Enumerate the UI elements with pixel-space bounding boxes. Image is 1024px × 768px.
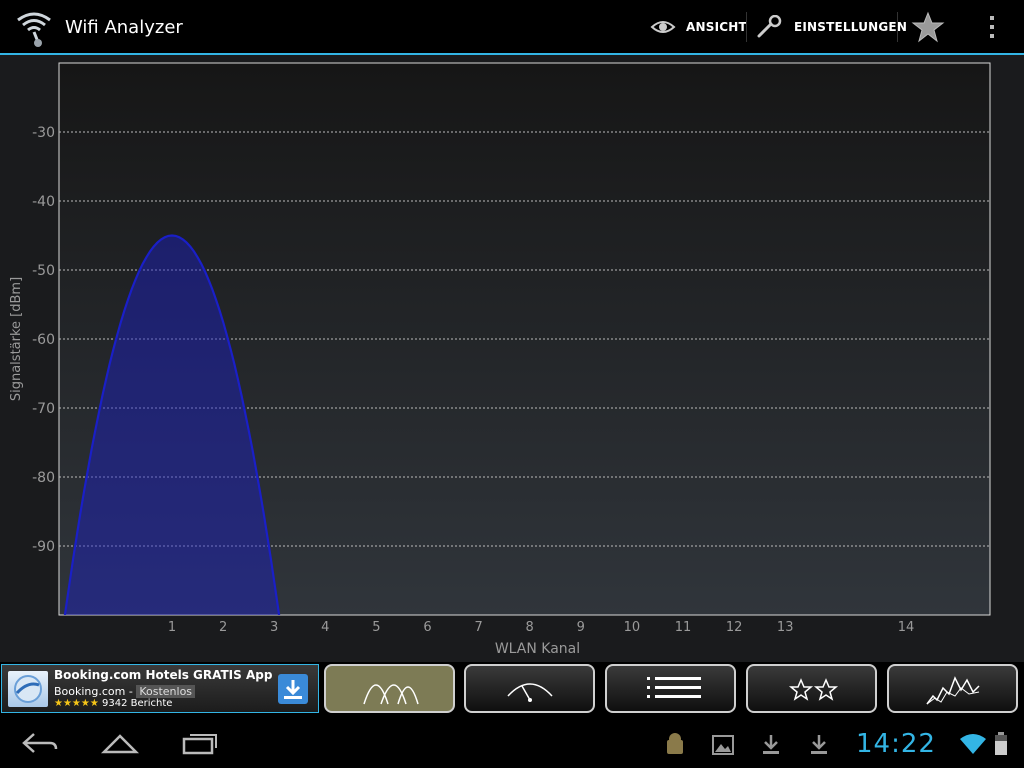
battery-icon (995, 732, 1007, 755)
ad-publisher: Booking.com - (54, 685, 133, 698)
x-tick-label: 4 (321, 620, 329, 635)
y-tick-label: -50 (32, 263, 55, 279)
y-tick-label: -40 (32, 194, 55, 210)
x-tick-label: 3 (270, 620, 278, 635)
favorite-button[interactable] (911, 0, 945, 53)
x-tick-label: 2 (219, 620, 227, 635)
tab-channel-rating[interactable] (746, 664, 877, 713)
ad-banner[interactable]: Booking.com Hotels GRATIS App Booking.co… (1, 664, 319, 713)
tab-ap-list[interactable] (605, 664, 736, 713)
rating-stars: ★★★★★ (54, 698, 99, 709)
wrench-icon (757, 14, 782, 37)
ap-list-icon (647, 677, 701, 698)
home-icon[interactable] (100, 730, 140, 756)
y-tick-label: -80 (32, 470, 55, 486)
x-axis-label: WLAN Kanal (495, 641, 580, 657)
ad-price-badge: Kostenlos (136, 685, 196, 698)
view-button[interactable]: ANSICHT (650, 0, 747, 53)
recent-apps-icon[interactable] (180, 730, 220, 756)
x-tick-label: 5 (372, 620, 380, 635)
y-axis-label: Signalstärke [dBm] (9, 277, 24, 401)
star-icon (911, 11, 945, 42)
ad-title: Booking.com Hotels GRATIS App (54, 668, 273, 682)
screenshot-notification-icon (712, 735, 734, 755)
ad-rating: ★★★★★ 9342 Berichte (54, 698, 172, 709)
channel-graph-icon (363, 684, 419, 705)
ad-publisher-line: Booking.com - Kostenlos (54, 685, 196, 698)
channel-rating-icon (788, 678, 839, 701)
x-tick-label: 13 (777, 620, 794, 635)
settings-label: EINSTELLUNGEN (794, 19, 908, 34)
android-debug-icon (667, 733, 683, 754)
status-clock: 14:22 (856, 729, 936, 759)
x-tick-label: 14 (898, 620, 915, 635)
eye-icon (650, 20, 676, 33)
x-tick-label: 12 (726, 620, 743, 635)
download-notification-icon (763, 735, 779, 754)
time-graph-icon (926, 676, 980, 705)
action-bar: Wifi Analyzer ANSICHT EINSTELLUNGEN (0, 0, 1024, 55)
wifi-signal-icon (960, 734, 986, 754)
y-tick-label: -60 (32, 332, 55, 348)
x-tick-label: 7 (474, 620, 482, 635)
ad-reviews: 9342 Berichte (102, 698, 173, 709)
back-icon[interactable] (20, 730, 60, 756)
x-tick-label: 6 (423, 620, 431, 635)
tab-channel-graph[interactable] (324, 664, 455, 713)
download-notification-icon (811, 735, 827, 754)
settings-button[interactable]: EINSTELLUNGEN (756, 0, 907, 53)
overflow-menu-icon (990, 15, 994, 38)
download-button[interactable] (278, 674, 308, 704)
overflow-menu-button[interactable] (985, 0, 999, 53)
tab-signal-meter[interactable] (464, 664, 595, 713)
y-tick-label: -90 (32, 539, 55, 555)
divider (897, 12, 898, 42)
x-tick-labels: 1 2 3 4 5 6 7 8 9 10 11 12 13 14 (168, 620, 914, 635)
y-tick-label: -70 (32, 401, 55, 417)
channel-graph: -30-40-50-60-70-80-90 1 2 3 4 5 6 7 8 9 10 11 12 13 1… (9, 62, 991, 657)
y-tick-labels: -30 -40 -50 -60 -70 -80 -90 (32, 125, 55, 555)
wifi-analyzer-app-icon[interactable] (12, 6, 56, 50)
x-tick-label: 1 (168, 620, 176, 635)
tab-time-graph[interactable] (887, 664, 1018, 713)
view-label: ANSICHT (686, 19, 747, 34)
x-tick-label: 11 (675, 620, 692, 635)
x-tick-label: 10 (624, 620, 641, 635)
x-tick-label: 8 (526, 620, 534, 635)
download-arrow-icon (284, 680, 302, 699)
y-tick-label: -30 (32, 125, 55, 141)
app-title: Wifi Analyzer (65, 17, 183, 38)
signal-meter-icon (507, 683, 553, 702)
divider (746, 12, 747, 42)
booking-app-icon (8, 671, 48, 707)
x-tick-label: 9 (577, 620, 585, 635)
